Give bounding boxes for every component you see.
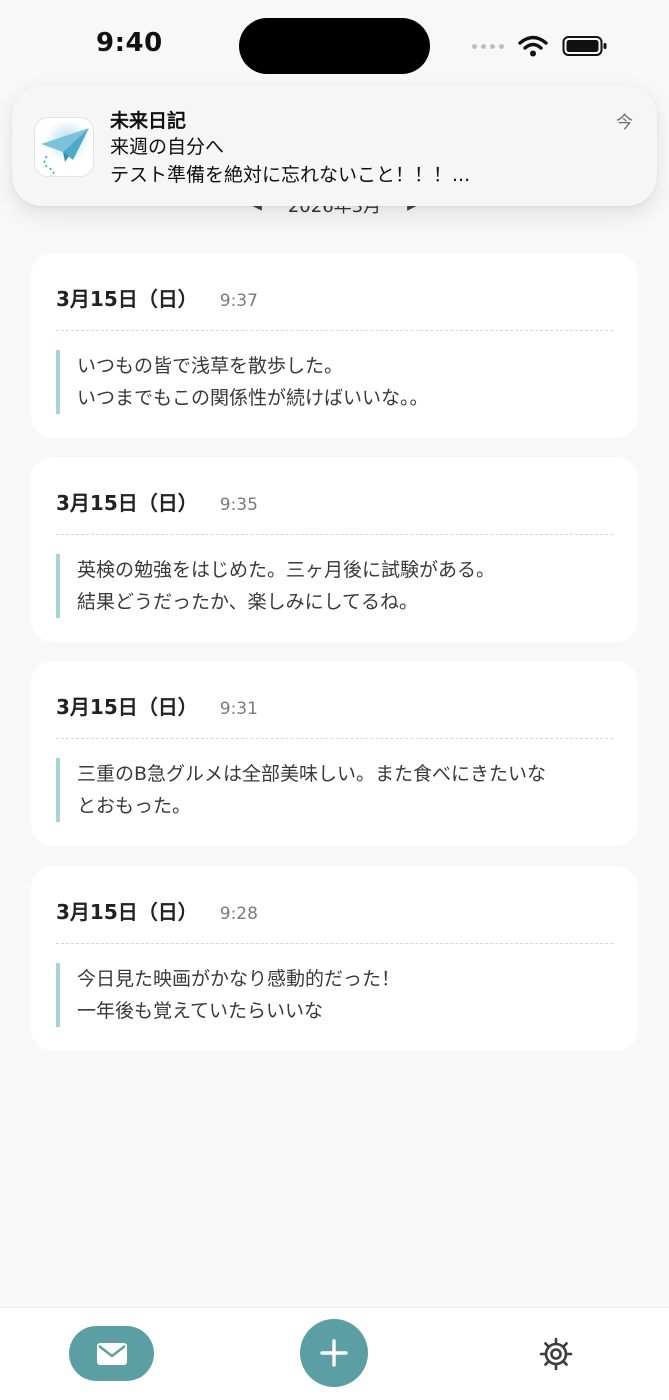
settings-button[interactable] — [538, 1336, 574, 1372]
battery-icon — [562, 36, 607, 56]
entry-text-line: とおもった。 — [77, 795, 192, 817]
entry-text-line: 一年後も覚えていたらいいな — [77, 1000, 324, 1022]
paper-plane-icon — [41, 128, 89, 176]
entry-text: 今日見た映画がかなり感動的だった！ 一年後も覚えていたらいいな — [56, 963, 608, 1027]
entry-divider — [56, 534, 613, 535]
entry-text-line: いつもの皆で浅草を散歩した。 — [77, 355, 344, 377]
status-time: 9:40 — [96, 28, 163, 58]
bottom-tab-bar — [0, 1307, 669, 1400]
add-entry-button[interactable] — [300, 1319, 368, 1387]
envelope-icon — [96, 1342, 127, 1365]
entry-text: 三重のB急グルメは全部美味しい。また食べにきたいな とおもった。 — [56, 758, 608, 822]
entry-date: 3月15日（日） — [56, 900, 198, 924]
entry-date: 3月15日（日） — [56, 491, 198, 515]
notification-time: 今 — [616, 113, 633, 133]
diary-entry-card[interactable]: 3月15日（日） 9:31 三重のB急グルメは全部美味しい。また食べにきたいな … — [31, 661, 638, 846]
entry-time: 9:28 — [219, 904, 258, 924]
entry-time: 9:31 — [219, 699, 258, 719]
entry-text: いつもの皆で浅草を散歩した。 いつまでもこの関係性が続けばいいな。。 — [56, 350, 608, 414]
diary-entry-card[interactable]: 3月15日（日） 9:37 いつもの皆で浅草を散歩した。 いつまでもこの関係性が… — [31, 253, 638, 438]
wifi-icon — [518, 35, 548, 57]
diary-entry-card[interactable]: 3月15日（日） 9:35 英検の勉強をはじめた。三ヶ月後に試験がある。 結果ど… — [31, 457, 638, 642]
entry-text-line: 三重のB急グルメは全部美味しい。また食べにきたいな — [77, 763, 547, 785]
notification-app-name: 未来日記 — [110, 110, 187, 132]
entry-divider — [56, 943, 613, 944]
app-icon — [34, 117, 94, 177]
cellular-signal-icon — [472, 43, 504, 49]
status-indicators — [472, 32, 608, 60]
gear-icon — [539, 1337, 573, 1371]
entry-divider — [56, 738, 613, 739]
notification-message: テスト準備を絶対に忘れないこと！！！... — [110, 164, 471, 186]
entry-time: 9:35 — [219, 495, 258, 515]
entry-text-line: 結果どうだったか、楽しみにしてるね。 — [77, 591, 419, 613]
entry-date: 3月15日（日） — [56, 695, 198, 719]
entry-text-line: 今日見た映画がかなり感動的だった！ — [77, 968, 401, 990]
entry-text-line: 英検の勉強をはじめた。三ヶ月後に試験がある。 — [77, 559, 496, 581]
mail-button[interactable] — [69, 1326, 154, 1381]
entry-divider — [56, 330, 613, 331]
push-notification-banner[interactable]: 未来日記 来週の自分へ テスト準備を絶対に忘れないこと！！！... 今 — [12, 86, 657, 206]
entry-text-line: いつまでもこの関係性が続けばいいな。。 — [77, 387, 429, 409]
dynamic-island — [239, 18, 430, 74]
diary-entry-card[interactable]: 3月15日（日） 9:28 今日見た映画がかなり感動的だった！ 一年後も覚えてい… — [31, 866, 638, 1051]
diary-screen: 9:40 ◀ 2026年3月 ▶ 3月15日（日） 9:37 いつもの皆で浅草を… — [0, 0, 669, 1400]
plus-icon — [320, 1339, 348, 1367]
notification-title: 来週の自分へ — [110, 136, 225, 158]
entry-date: 3月15日（日） — [56, 287, 198, 311]
entry-time: 9:37 — [219, 291, 258, 311]
entry-text: 英検の勉強をはじめた。三ヶ月後に試験がある。 結果どうだったか、楽しみにしてるね… — [56, 554, 608, 618]
